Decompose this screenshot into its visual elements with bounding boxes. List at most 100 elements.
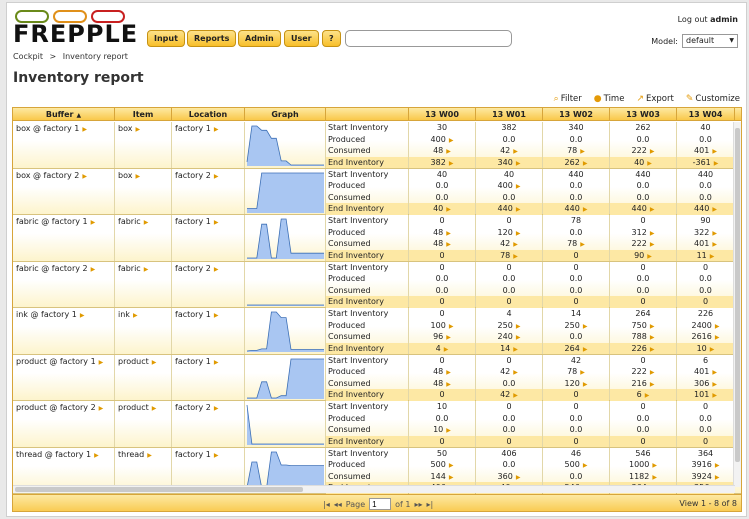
- location-cell[interactable]: factory 1 ▶: [172, 308, 245, 354]
- drilldown-arrow-icon[interactable]: ▶: [715, 334, 720, 341]
- value-consumed[interactable]: 42 ▶: [476, 238, 542, 250]
- item-link[interactable]: fabric: [118, 217, 141, 226]
- breadcrumb-current[interactable]: Inventory report: [63, 52, 128, 61]
- value-end[interactable]: 440 ▶: [476, 203, 542, 215]
- buffer-link[interactable]: thread @ factory 1: [16, 450, 91, 459]
- frepple-logo[interactable]: FREPPLE: [13, 8, 137, 50]
- value-produced[interactable]: 500 ▶: [543, 459, 609, 471]
- context-arrow-icon[interactable]: ▶: [91, 266, 96, 273]
- item-link[interactable]: thread: [118, 450, 144, 459]
- drilldown-arrow-icon[interactable]: ▶: [516, 206, 521, 213]
- value-end[interactable]: 340 ▶: [476, 156, 542, 168]
- value-end[interactable]: 440 ▶: [543, 203, 609, 215]
- context-arrow-icon[interactable]: ▶: [82, 126, 87, 133]
- value-produced[interactable]: 78 ▶: [543, 366, 609, 378]
- column-header-location[interactable]: Location: [172, 108, 245, 121]
- context-arrow-icon[interactable]: ▶: [152, 405, 157, 412]
- location-link[interactable]: factory 1: [175, 124, 211, 133]
- value-consumed[interactable]: 306 ▶: [677, 378, 734, 390]
- search-input[interactable]: [345, 30, 512, 47]
- drilldown-arrow-icon[interactable]: ▶: [446, 334, 451, 341]
- drilldown-arrow-icon[interactable]: ▶: [449, 462, 454, 469]
- drilldown-arrow-icon[interactable]: ▶: [580, 241, 585, 248]
- value-end[interactable]: 42 ▶: [476, 389, 542, 401]
- drilldown-arrow-icon[interactable]: ▶: [580, 369, 585, 376]
- location-link[interactable]: factory 2: [175, 403, 211, 412]
- drilldown-arrow-icon[interactable]: ▶: [516, 183, 521, 190]
- item-cell[interactable]: fabric ▶: [115, 261, 172, 307]
- location-cell[interactable]: factory 2 ▶: [172, 401, 245, 447]
- drilldown-arrow-icon[interactable]: ▶: [650, 241, 655, 248]
- column-header-measure[interactable]: [326, 108, 409, 121]
- customize-action[interactable]: ✎ Customize: [686, 94, 740, 104]
- drilldown-arrow-icon[interactable]: ▶: [444, 346, 449, 353]
- time-action[interactable]: ● Time: [594, 94, 625, 104]
- value-consumed[interactable]: 401 ▶: [677, 145, 734, 157]
- context-arrow-icon[interactable]: ▶: [214, 312, 219, 319]
- buffer-cell[interactable]: box @ factory 1 ▶: [13, 122, 115, 168]
- location-cell[interactable]: factory 2 ▶: [172, 261, 245, 307]
- item-cell[interactable]: ink ▶: [115, 308, 172, 354]
- drilldown-arrow-icon[interactable]: ▶: [513, 148, 518, 155]
- value-consumed[interactable]: 78 ▶: [543, 145, 609, 157]
- buffer-cell[interactable]: ink @ factory 1 ▶: [13, 308, 115, 354]
- value-consumed[interactable]: 240 ▶: [476, 331, 542, 343]
- drilldown-arrow-icon[interactable]: ▶: [712, 381, 717, 388]
- horizontal-scrollbar[interactable]: [13, 485, 735, 493]
- menu-user-button[interactable]: User: [284, 30, 319, 47]
- value-consumed[interactable]: 96 ▶: [409, 331, 475, 343]
- context-arrow-icon[interactable]: ▶: [94, 452, 99, 459]
- item-cell[interactable]: product ▶: [115, 401, 172, 447]
- buffer-link[interactable]: box @ factory 1: [16, 124, 79, 133]
- filter-action[interactable]: ⌕ Filter: [554, 94, 582, 104]
- value-produced[interactable]: 42 ▶: [476, 366, 542, 378]
- drilldown-arrow-icon[interactable]: ▶: [712, 369, 717, 376]
- drilldown-arrow-icon[interactable]: ▶: [513, 253, 518, 260]
- drilldown-arrow-icon[interactable]: ▶: [516, 334, 521, 341]
- last-page-icon[interactable]: ▸|: [427, 500, 434, 509]
- buffer-cell[interactable]: box @ factory 2 ▶: [13, 168, 115, 214]
- value-end[interactable]: 262 ▶: [543, 156, 609, 168]
- buffer-cell[interactable]: product @ factory 2 ▶: [13, 401, 115, 447]
- drilldown-arrow-icon[interactable]: ▶: [583, 323, 588, 330]
- value-end[interactable]: 6 ▶: [610, 389, 676, 401]
- location-cell[interactable]: factory 2 ▶: [172, 168, 245, 214]
- buffer-link[interactable]: fabric @ factory 2: [16, 264, 88, 273]
- value-consumed[interactable]: 2616 ▶: [677, 331, 734, 343]
- item-link[interactable]: ink: [118, 310, 130, 319]
- export-action[interactable]: ↗ Export: [636, 94, 673, 104]
- first-page-icon[interactable]: |◂: [323, 500, 330, 509]
- column-header-w04[interactable]: 13 W04: [677, 108, 735, 121]
- location-cell[interactable]: factory 1 ▶: [172, 354, 245, 400]
- value-produced[interactable]: 400 ▶: [409, 134, 475, 146]
- drilldown-arrow-icon[interactable]: ▶: [714, 160, 719, 167]
- drilldown-arrow-icon[interactable]: ▶: [446, 381, 451, 388]
- drilldown-arrow-icon[interactable]: ▶: [449, 137, 454, 144]
- page-number-input[interactable]: [369, 498, 392, 510]
- drilldown-arrow-icon[interactable]: ▶: [449, 160, 454, 167]
- context-arrow-icon[interactable]: ▶: [214, 266, 219, 273]
- value-produced[interactable]: 312 ▶: [610, 227, 676, 239]
- item-link[interactable]: box: [118, 171, 132, 180]
- context-arrow-icon[interactable]: ▶: [82, 173, 87, 180]
- menu-admin-button[interactable]: Admin: [238, 30, 281, 47]
- breadcrumb-cockpit[interactable]: Cockpit: [13, 52, 43, 61]
- value-consumed[interactable]: 1182 ▶: [610, 471, 676, 483]
- context-arrow-icon[interactable]: ▶: [152, 359, 157, 366]
- drilldown-arrow-icon[interactable]: ▶: [710, 253, 715, 260]
- value-consumed[interactable]: 3924 ▶: [677, 471, 734, 483]
- buffer-link[interactable]: fabric @ factory 1: [16, 217, 88, 226]
- drilldown-arrow-icon[interactable]: ▶: [650, 230, 655, 237]
- context-arrow-icon[interactable]: ▶: [135, 173, 140, 180]
- value-produced[interactable]: 500 ▶: [409, 459, 475, 471]
- buffer-link[interactable]: box @ factory 2: [16, 171, 79, 180]
- buffer-cell[interactable]: product @ factory 1 ▶: [13, 354, 115, 400]
- value-produced[interactable]: 250 ▶: [476, 320, 542, 332]
- column-header-w00[interactable]: 13 W00: [409, 108, 476, 121]
- menu-reports-button[interactable]: Reports: [187, 30, 237, 47]
- drilldown-arrow-icon[interactable]: ▶: [513, 346, 518, 353]
- value-end[interactable]: 4 ▶: [409, 342, 475, 354]
- value-produced[interactable]: 322 ▶: [677, 227, 734, 239]
- drilldown-arrow-icon[interactable]: ▶: [712, 206, 717, 213]
- model-select[interactable]: default: [682, 34, 738, 48]
